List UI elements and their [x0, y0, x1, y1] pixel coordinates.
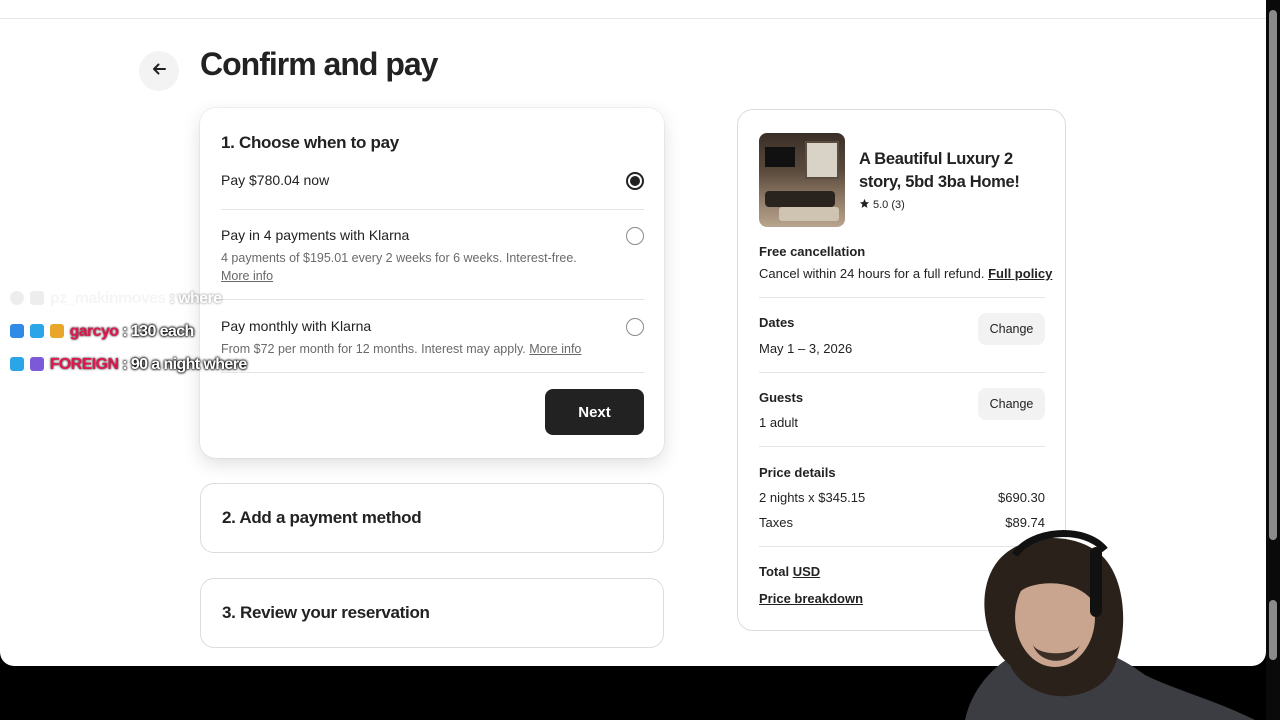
badge-icon: [10, 357, 24, 371]
divider: [759, 297, 1045, 298]
badge-icon: [30, 291, 45, 305]
option-title: Pay in 4 payments with Klarna: [221, 227, 410, 243]
crown-badge-icon: [49, 324, 64, 338]
cancellation-description: Cancel within 24 hours for a full refund…: [759, 266, 985, 281]
option-subtitle: From $72 per month for 12 months. Intere…: [221, 340, 644, 358]
klarna-monthly-option[interactable]: Pay monthly with Klarna From $72 per mon…: [221, 318, 644, 358]
option-description: From $72 per month for 12 months. Intere…: [221, 342, 526, 356]
scrollbar-thumb[interactable]: [1269, 10, 1277, 540]
dates-value: May 1 – 3, 2026: [759, 341, 853, 356]
pay-now-radio[interactable]: [626, 172, 644, 190]
change-dates-button[interactable]: Change: [978, 313, 1045, 345]
more-info-link[interactable]: More info: [221, 269, 273, 283]
next-button[interactable]: Next: [545, 389, 644, 435]
full-policy-link[interactable]: Full policy: [988, 266, 1052, 281]
badge-icon: [29, 324, 44, 338]
more-info-link[interactable]: More info: [529, 342, 581, 356]
chat-username: garcyo: [69, 323, 119, 340]
price-row-label: Taxes: [759, 515, 793, 530]
klarna-4-payments-option[interactable]: Pay in 4 payments with Klarna 4 payments…: [221, 227, 644, 285]
page-title: Confirm and pay: [200, 46, 438, 82]
klarna-4-payments-radio[interactable]: [626, 227, 644, 245]
divider: [221, 299, 644, 300]
step-add-payment-method[interactable]: 2. Add a payment method: [200, 483, 664, 553]
cancellation-text: Cancel within 24 hours for a full refund…: [759, 266, 1052, 281]
price-details-label: Price details: [759, 465, 836, 480]
dates-label: Dates: [759, 315, 795, 330]
listing-rating: 5.0 (3): [859, 198, 905, 212]
arrow-left-icon: [151, 61, 167, 82]
step-heading: 3. Review your reservation: [222, 603, 430, 622]
price-row-value: $690.30: [998, 490, 1045, 505]
badge-icon: [10, 324, 24, 338]
option-title: Pay monthly with Klarna: [221, 318, 372, 334]
total-label: Total: [759, 564, 790, 579]
option-subtitle: 4 payments of $195.01 every 2 weeks for …: [221, 249, 644, 285]
price-breakdown-link[interactable]: Price breakdown: [759, 591, 863, 606]
chat-text: : 90 a night where: [122, 356, 247, 373]
currency-link[interactable]: USD: [793, 564, 820, 579]
guests-label: Guests: [759, 390, 804, 405]
divider: [759, 372, 1045, 373]
listing-photo: [759, 133, 845, 227]
badge-icon: [10, 291, 25, 305]
klarna-monthly-radio[interactable]: [626, 318, 644, 336]
chat-message: FOREIGN : 90 a night where: [10, 356, 247, 374]
divider: [221, 372, 644, 373]
change-guests-button[interactable]: Change: [978, 388, 1045, 420]
chat-text: : where: [169, 290, 222, 307]
price-row-nights: 2 nights x $345.15 $690.30: [759, 490, 1045, 505]
option-title: Pay $780.04 now: [221, 172, 330, 188]
divider: [759, 446, 1045, 447]
cancellation-label: Free cancellation: [759, 244, 866, 259]
rating-text: 5.0 (3): [873, 199, 905, 211]
guests-value: 1 adult: [759, 415, 799, 430]
star-icon: [859, 198, 870, 212]
badge-icon: [29, 357, 44, 371]
chat-username: pz_makinmoves: [49, 290, 166, 307]
listing-title: A Beautiful Luxury 2 story, 5bd 3ba Home…: [859, 150, 1020, 191]
chat-message: garcyo : 130 each: [10, 323, 194, 341]
divider: [221, 209, 644, 210]
step-review-reservation[interactable]: 3. Review your reservation: [200, 578, 664, 648]
chat-text: : 130 each: [122, 323, 194, 340]
top-divider: [0, 18, 1266, 19]
total-row: Total USD: [759, 564, 820, 579]
pay-now-option[interactable]: Pay $780.04 now: [221, 172, 644, 190]
back-button[interactable]: [139, 51, 179, 91]
step-choose-when-to-pay: 1. Choose when to pay Pay $780.04 now Pa…: [200, 108, 664, 458]
play-icon: ▶: [0, 295, 7, 305]
step-heading: 2. Add a payment method: [222, 508, 422, 527]
chat-username: FOREIGN: [49, 356, 119, 373]
step-heading: 1. Choose when to pay: [221, 133, 399, 152]
option-description: 4 payments of $195.01 every 2 weeks for …: [221, 251, 577, 265]
scrollbar-thumb[interactable]: [1269, 600, 1277, 660]
chat-message: ▶ pz_makinmoves : where: [0, 290, 222, 308]
price-row-label: 2 nights x $345.15: [759, 490, 866, 505]
webcam-overlay: [955, 525, 1266, 720]
